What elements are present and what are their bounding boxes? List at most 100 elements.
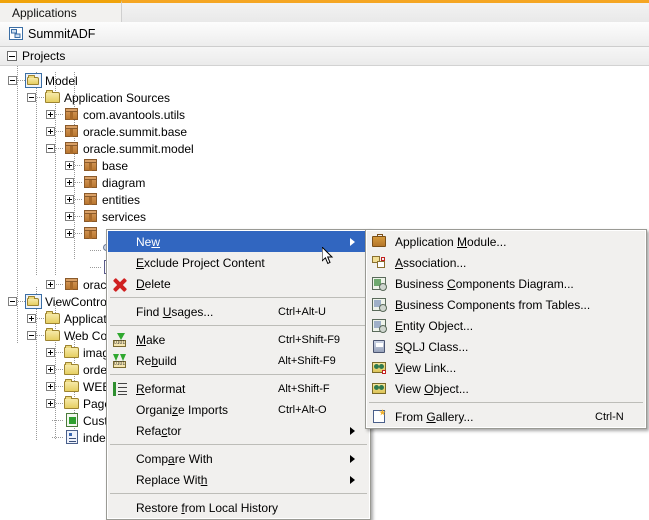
applications-tabstrip: Applications <box>0 0 649 23</box>
menu-item-rebuild[interactable]: 0101 Rebuild Alt+Shift-F9 <box>108 350 369 371</box>
application-module-icon <box>372 234 386 247</box>
folder-icon <box>45 328 60 341</box>
tree-collapse-toggle[interactable] <box>8 76 17 85</box>
menu-item-label: Business Components from Tables... <box>395 297 591 312</box>
package-icon <box>84 176 97 188</box>
tree-node[interactable]: Application Sources <box>0 89 649 106</box>
tree-expand-toggle[interactable] <box>46 110 55 119</box>
menu-item-exclude-project-content[interactable]: Exclude Project Content <box>108 252 369 273</box>
folder-icon <box>64 396 80 410</box>
menu-item-refactor[interactable]: Refactor <box>108 420 369 441</box>
tree-expand-toggle[interactable] <box>65 178 74 187</box>
context-menu[interactable]: New Exclude Project Content Delete Find Usa… <box>106 229 371 520</box>
sqlj-class-icon <box>373 340 385 353</box>
config-icon <box>64 430 80 444</box>
tree-node[interactable]: services <box>0 208 649 225</box>
package-icon <box>83 209 99 223</box>
submenu-arrow-icon <box>350 427 355 435</box>
tree-node[interactable]: com.avantools.utils <box>0 106 649 123</box>
tree-expand-toggle[interactable] <box>46 280 55 289</box>
package-icon <box>65 108 78 120</box>
menu-item-label: New <box>136 234 161 249</box>
menu-item-business-components-diagram[interactable]: Business Components Diagram... <box>367 273 645 294</box>
tree-expand-toggle[interactable] <box>65 212 74 221</box>
menu-item-restore-from-local-history[interactable]: Restore from Local History <box>108 497 369 518</box>
tab-applications-label: Applications <box>12 5 77 20</box>
menu-item-from-gallery[interactable]: From Gallery... Ctrl-N <box>367 406 645 427</box>
menu-item-label: View Link... <box>395 360 457 375</box>
new-submenu[interactable]: Application Module... Association... Busin… <box>365 229 647 429</box>
project-folder-icon <box>25 73 42 88</box>
tree-expand-toggle[interactable] <box>46 127 55 136</box>
menu-item-shortcut: Ctrl-N <box>595 410 624 423</box>
tree-node-label: oracle.summit.base <box>83 124 188 139</box>
submenu-arrow-icon <box>350 238 355 246</box>
application-selector[interactable]: SummitADF <box>0 22 649 47</box>
tree-guide-line <box>52 437 64 438</box>
tree-expand-toggle[interactable] <box>65 195 74 204</box>
reformat-icon <box>113 382 127 396</box>
tree-expand-toggle[interactable] <box>46 382 55 391</box>
tree-node[interactable]: oracle.summit.base <box>0 123 649 140</box>
package-icon <box>84 159 97 171</box>
menu-item-compare-with[interactable]: Compare With <box>108 448 369 469</box>
tree-node-label: inde <box>83 430 106 445</box>
menu-item-application-module[interactable]: Application Module... <box>367 231 645 252</box>
menu-item-sqlj-class[interactable]: SQLJ Class... <box>367 336 645 357</box>
tree-collapse-toggle[interactable] <box>27 331 36 340</box>
tree-collapse-toggle[interactable] <box>8 297 17 306</box>
menu-item-association[interactable]: Association... <box>367 252 645 273</box>
package-icon <box>65 142 78 154</box>
tree-node[interactable]: diagram <box>0 174 649 191</box>
tree-collapse-toggle[interactable] <box>46 144 55 153</box>
tree-expand-toggle[interactable] <box>46 399 55 408</box>
folder-icon <box>45 90 60 103</box>
package-icon <box>83 226 99 240</box>
application-name: SummitADF <box>28 27 96 41</box>
view-link-icon <box>372 362 386 374</box>
folder-icon <box>45 311 61 325</box>
menu-item-label: Rebuild <box>136 353 177 368</box>
menu-item-delete[interactable]: Delete <box>108 273 369 294</box>
package-icon <box>65 125 78 137</box>
menu-item-label: Make <box>136 332 166 347</box>
menu-item-replace-with[interactable]: Replace With <box>108 469 369 490</box>
menu-item-find-usages[interactable]: Find Usages... Ctrl+Alt-U <box>108 301 369 322</box>
menu-separator <box>110 325 367 326</box>
package-icon <box>64 124 80 138</box>
tree-node[interactable]: base <box>0 157 649 174</box>
tab-applications[interactable]: Applications <box>0 0 122 22</box>
business-components-tables-icon <box>372 298 387 312</box>
projects-header[interactable]: Projects <box>0 47 649 66</box>
tree-expand-toggle[interactable] <box>27 314 36 323</box>
package-icon <box>83 192 99 206</box>
menu-item-make[interactable]: 0101 Make Ctrl+Shift-F9 <box>108 329 369 350</box>
tree-expand-toggle[interactable] <box>65 229 74 238</box>
menu-item-new[interactable]: New <box>108 231 369 252</box>
tree-node[interactable]: Model <box>0 72 649 89</box>
projects-collapse-toggle[interactable] <box>7 51 17 61</box>
menu-item-label: Association... <box>395 255 467 270</box>
menu-item-business-components-from-tables[interactable]: Business Components from Tables... <box>367 294 645 315</box>
menu-item-entity-object[interactable]: Entity Object... <box>367 315 645 336</box>
tree-expand-toggle[interactable] <box>46 348 55 357</box>
package-icon <box>84 210 97 222</box>
menu-item-label: Business Components Diagram... <box>395 276 574 291</box>
tree-node[interactable]: oracle.summit.model <box>0 140 649 157</box>
menu-item-shortcut: Ctrl+Alt-O <box>278 403 327 416</box>
project-folder-icon <box>25 73 42 88</box>
menu-item-reformat[interactable]: Reformat Alt+Shift-F <box>108 378 369 399</box>
menu-item-view-object[interactable]: View Object... <box>367 378 645 399</box>
rebuild-icon: 0101 <box>113 354 127 368</box>
menu-item-organize-imports[interactable]: Organize Imports Ctrl+Alt-O <box>108 399 369 420</box>
submenu-arrow-icon <box>350 476 355 484</box>
tree-expand-toggle[interactable] <box>65 161 74 170</box>
tree-node[interactable]: entities <box>0 191 649 208</box>
tree-collapse-toggle[interactable] <box>27 93 36 102</box>
menu-item-view-link[interactable]: View Link... <box>367 357 645 378</box>
tree-node-label: base <box>102 158 129 173</box>
menu-item-shortcut: Alt+Shift-F <box>278 382 330 395</box>
tree-expand-toggle[interactable] <box>46 365 55 374</box>
submenu-arrow-icon <box>350 455 355 463</box>
menu-separator <box>110 297 367 298</box>
